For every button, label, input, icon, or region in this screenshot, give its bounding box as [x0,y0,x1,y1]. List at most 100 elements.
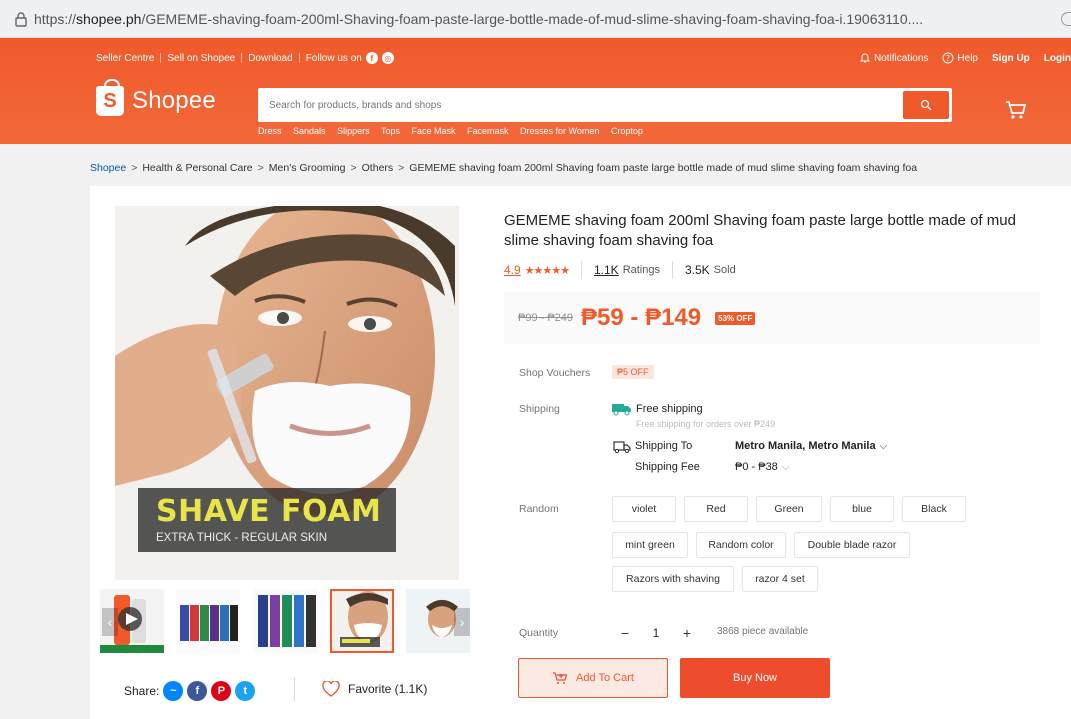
breadcrumb-others[interactable]: Others [362,162,394,174]
svg-text:?: ? [946,54,950,63]
help-icon: ? [942,52,954,64]
breadcrumb-current: GEMEME shaving foam 200ml Shaving foam p… [409,162,918,174]
twitter-icon[interactable]: t [235,681,256,701]
sell-on-shopee-link[interactable]: Sell on Shopee [167,53,235,64]
buy-now-button[interactable]: Buy Now [680,658,830,698]
quantity-stepper: − 1 + [612,620,700,646]
shave-foam-banner: SHAVE FOAM EXTRA THICK - REGULAR SKIN [138,488,396,552]
quantity-increase-button[interactable]: + [674,620,700,646]
variant-option[interactable]: Green [756,496,822,522]
chevron-right-icon[interactable]: › [454,608,470,636]
keyword-link[interactable]: Dress [258,126,282,136]
product-title: GEMEME shaving foam 200ml Shaving foam p… [504,212,1016,249]
ratings-count[interactable]: 1.1K [594,263,619,277]
thumbnail-selected[interactable] [330,589,394,653]
banner-title: SHAVE FOAM [156,494,382,529]
voucher-badge[interactable]: ₱5 OFF [612,365,654,379]
share-row: Share: ~ f P t [124,681,256,701]
divider [671,261,673,279]
ratings-label: Ratings [622,264,660,276]
seller-centre-link[interactable]: Seller Centre [96,53,154,64]
keyword-link[interactable]: Slippers [337,126,370,136]
signup-link[interactable]: Sign Up [992,53,1030,64]
site-header: Seller Centre Sell on Shopee Download Fo… [0,38,1071,144]
banner-subtitle: EXTRA THICK - REGULAR SKIN [156,532,328,544]
product-stats: 4.9 ★★★★★ 1.1K Ratings 3.5K Sold [504,261,736,279]
add-to-cart-button[interactable]: Add To Cart [518,658,668,698]
breadcrumb: Shopee > Health & Personal Care > Men's … [90,162,917,174]
free-shipping-truck-icon [612,404,631,416]
divider [294,677,295,701]
breadcrumb-health[interactable]: Health & Personal Care [142,162,252,174]
breadcrumb-mens-grooming[interactable]: Men's Grooming [269,162,346,174]
shipping-to-label: Shipping To [635,440,693,452]
login-link[interactable]: Login [1044,53,1071,64]
browser-address-bar[interactable]: https://shopee.ph/GEMEME-shaving-foam-20… [0,0,1071,38]
shipping-truck-icon [613,441,631,454]
search-button[interactable] [903,91,949,119]
keyword-link[interactable]: Tops [381,126,400,136]
facebook-icon[interactable]: f [365,52,378,64]
help-link[interactable]: ? Help [942,52,978,64]
variant-option[interactable]: violet [612,496,676,522]
star-rating-icon: ★★★★★ [524,264,570,277]
shipping-fee-label: Shipping Fee [635,461,700,473]
price-box: ₱99 - ₱249 ₱59 - ₱149 53% OFF [504,292,1040,344]
quantity-decrease-button[interactable]: − [612,620,638,646]
chevron-right-icon: > [131,162,138,174]
keyword-link[interactable]: Facemask [467,126,509,136]
free-shipping-note: Free shipping for orders over ₱249 [636,419,776,429]
shipping-location-dropdown[interactable]: Metro Manila, Metro Manila ⌵ [735,440,887,452]
top-right-nav: Notifications ? Help Sign Up Login [845,52,1071,64]
shipping-label: Shipping [519,403,560,415]
favorite-label: Favorite (1.1K) [348,682,428,696]
keyword-link[interactable]: Dresses for Women [520,126,599,136]
search-keywords: Dress Sandals Slippers Tops Face Mask Fa… [258,126,652,136]
messenger-icon[interactable]: ~ [163,681,184,701]
facebook-icon[interactable]: f [187,681,208,701]
cart-icon[interactable] [1004,98,1028,122]
shopee-logo[interactable]: S Shopee [96,79,216,116]
thumbnail-strip: ‹ › [100,589,472,655]
bell-icon [859,53,871,63]
url-text[interactable]: https://shopee.ph/GEMEME-shaving-foam-20… [34,11,1044,27]
variant-option[interactable]: Red [684,496,748,522]
instagram-icon[interactable]: ◎ [381,52,394,64]
search-bar [258,88,952,122]
add-cart-icon [553,672,568,684]
chevron-left-icon[interactable]: ‹ [102,608,118,636]
variant-option[interactable]: Double blade razor [794,532,910,558]
sold-label: Sold [713,264,736,276]
keyword-link[interactable]: Sandals [293,126,326,136]
breadcrumb-shopee[interactable]: Shopee [90,162,126,174]
search-input[interactable] [261,92,903,118]
notifications-link[interactable]: Notifications [859,52,928,64]
top-nav-links: Seller Centre Sell on Shopee Download Fo… [96,52,394,64]
quantity-input[interactable]: 1 [638,620,674,646]
variant-option[interactable]: blue [830,496,894,522]
pinterest-icon[interactable]: P [211,681,232,701]
heart-icon [322,681,340,697]
variant-option[interactable]: razor 4 set [742,566,818,592]
chevron-right-icon: > [398,162,405,174]
divider [160,53,162,63]
variant-option[interactable]: Random color [696,532,786,558]
keyword-link[interactable]: Face Mask [411,126,455,136]
variant-option[interactable]: Razors with shaving [612,566,734,592]
chevron-right-icon: > [350,162,357,174]
original-price: ₱99 - ₱249 [518,312,574,324]
shopee-bag-icon: S [96,79,124,116]
variant-option[interactable]: mint green [612,532,688,558]
quantity-label: Quantity [519,627,559,639]
download-link[interactable]: Download [248,53,292,64]
thumbnail-3[interactable] [254,589,318,653]
sold-count: 3.5K [684,263,710,277]
shipping-fee-dropdown[interactable]: ₱0 - ₱38 ⌵ [735,461,789,473]
shop-vouchers-label: Shop Vouchers [519,367,591,379]
keyword-link[interactable]: Croptop [611,126,643,136]
rating-value[interactable]: 4.9 [504,263,521,277]
variant-option[interactable]: Black [902,496,966,522]
variation-label: Random [519,503,559,515]
favorite-button[interactable]: Favorite (1.1K) [294,677,428,701]
thumbnail-2[interactable] [176,589,240,653]
